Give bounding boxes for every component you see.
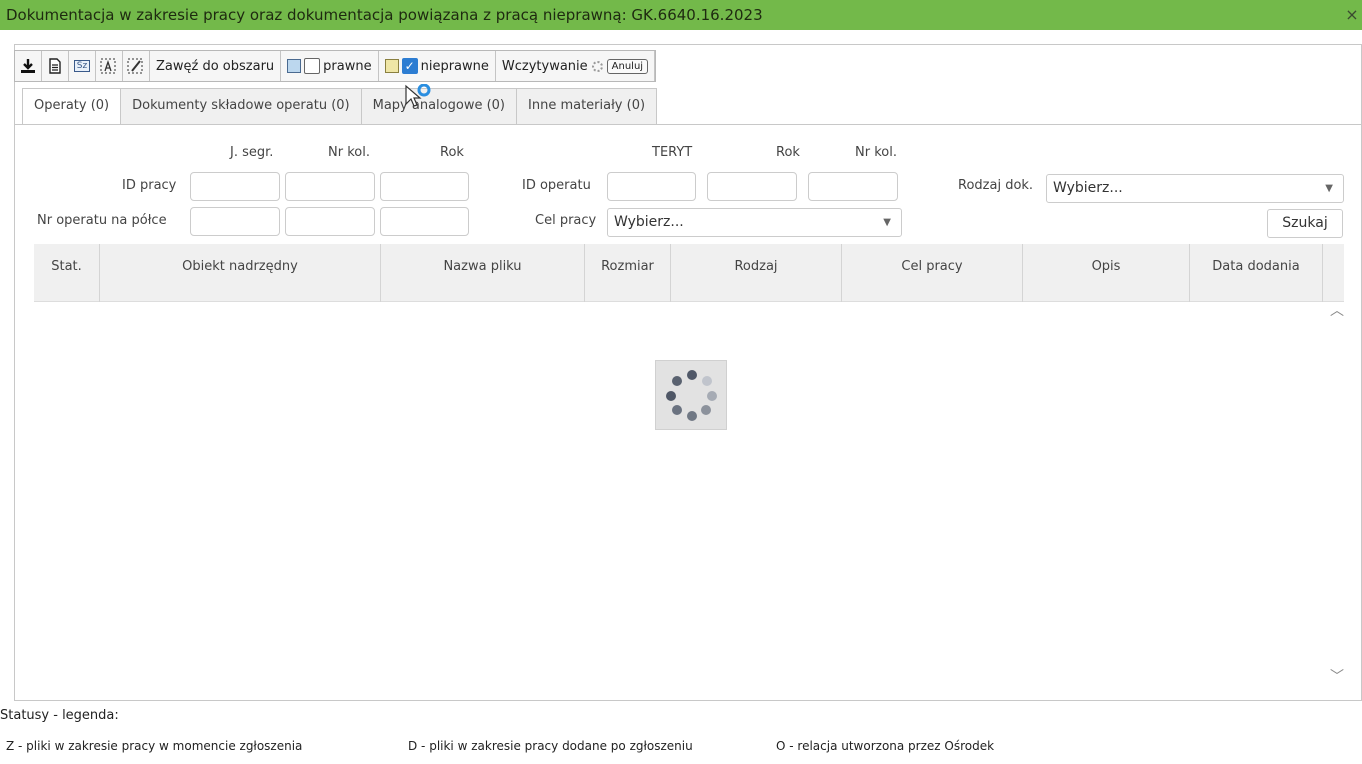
col-label-teryt: TERYT <box>652 145 693 160</box>
zoom-to-area-button[interactable]: Zawęź do obszaru <box>150 51 282 81</box>
scroll-up-icon[interactable]: ︿ <box>1330 300 1344 320</box>
nr-operatu-rok-input[interactable] <box>380 207 469 236</box>
mouse-cursor-icon <box>405 84 431 107</box>
download-icon <box>21 59 35 73</box>
id-pracy-j-segr-input[interactable] <box>190 172 280 201</box>
id-pracy-nr-kol-input[interactable] <box>285 172 375 201</box>
legal-color-swatch <box>287 59 302 73</box>
results-grid-header: Stat. Obiekt nadrzędny Nazwa pliku Rozmi… <box>34 244 1344 302</box>
rodzaj-dok-label: Rodzaj dok. <box>958 178 1034 193</box>
illegal-checkbox[interactable]: ✓ <box>401 58 418 74</box>
illegal-filter[interactable]: ✓ nieprawne <box>378 51 496 81</box>
tab-mapy-analogowe[interactable]: Mapy analogowe (0) <box>360 88 518 124</box>
id-pracy-rok-input[interactable] <box>380 172 469 201</box>
col-header-obiekt-nadrzedny[interactable]: Obiekt nadrzędny <box>100 244 381 302</box>
search-button[interactable]: Szukaj <box>1267 209 1343 238</box>
scroll-down-icon[interactable]: ﹀ <box>1330 666 1344 686</box>
tab-inne-materialy[interactable]: Inne materiały (0) <box>516 88 658 124</box>
legal-filter[interactable]: prawne <box>281 51 379 81</box>
document-button[interactable] <box>42 51 69 81</box>
rodzaj-dok-value: Wybierz... <box>1053 180 1123 196</box>
window-title: Dokumentacja w zakresie pracy oraz dokum… <box>6 6 763 24</box>
tab-bar: Operaty (0) Dokumenty składowe operatu (… <box>22 88 658 125</box>
rodzaj-dok-select[interactable]: Wybierz... ▼ <box>1046 174 1344 203</box>
col-header-opis[interactable]: Opis <box>1023 244 1190 302</box>
illegal-color-swatch <box>384 59 399 73</box>
col-label-nr-kol: Nr kol. <box>328 145 370 160</box>
spinner-dot <box>687 370 697 380</box>
dropdown-arrow-icon: ▼ <box>883 217 891 228</box>
col-header-cel-pracy[interactable]: Cel pracy <box>842 244 1023 302</box>
select-area-button[interactable] <box>96 51 123 81</box>
col-header-data-dodania[interactable]: Data dodania <box>1190 244 1323 302</box>
col-header-stat[interactable]: Stat. <box>34 244 100 302</box>
legend-item-z: Z - pliki w zakresie pracy w momencie zg… <box>6 739 303 753</box>
nr-operatu-label: Nr operatu na półce <box>37 213 167 228</box>
legal-checkbox[interactable] <box>304 58 321 74</box>
id-pracy-label: ID pracy <box>122 178 177 193</box>
spinner-dot <box>707 391 717 401</box>
sz-icon: Sz <box>73 60 91 72</box>
col-header-nazwa-pliku[interactable]: Nazwa pliku <box>381 244 585 302</box>
spinner-dot <box>666 391 676 401</box>
edit-area-button[interactable] <box>123 51 150 81</box>
nr-operatu-nr-kol-input[interactable] <box>285 207 375 236</box>
col-label-nr-kol-operatu: Nr kol. <box>855 145 897 160</box>
col-label-rok-operatu: Rok <box>776 145 800 160</box>
id-operatu-label: ID operatu <box>522 178 591 193</box>
col-label-rok: Rok <box>440 145 464 160</box>
tab-divider <box>14 124 1362 125</box>
id-operatu-teryt-input[interactable] <box>607 172 696 201</box>
illegal-label: nieprawne <box>420 58 489 74</box>
toolbar: Sz Zawęź do obszaru prawne ✓ nieprawne W… <box>14 50 657 82</box>
legend-item-d: D - pliki w zakresie pracy dodane po zgł… <box>408 739 693 753</box>
document-icon <box>49 58 61 74</box>
cel-pracy-select[interactable]: Wybierz... ▼ <box>607 208 902 237</box>
spinner-dot <box>687 411 697 421</box>
nr-operatu-j-segr-input[interactable] <box>190 207 280 236</box>
id-operatu-nr-kol-input[interactable] <box>808 172 898 201</box>
spinner-dot <box>672 376 682 386</box>
legend-title: Statusy - legenda: <box>0 708 119 723</box>
loading-overlay <box>655 360 727 430</box>
cel-pracy-value: Wybierz... <box>614 214 684 230</box>
legend-item-o: O - relacja utworzona przez Ośrodek <box>776 739 995 753</box>
cel-pracy-label: Cel pracy <box>535 213 597 228</box>
close-icon[interactable]: × <box>1344 0 1360 30</box>
select-area-icon <box>100 58 116 74</box>
tab-operaty[interactable]: Operaty (0) <box>22 88 122 125</box>
legal-label: prawne <box>323 58 372 74</box>
download-button[interactable] <box>15 51 42 81</box>
dropdown-arrow-icon: ▼ <box>1325 183 1333 194</box>
loading-spinner-icon <box>591 60 603 72</box>
cancel-loading-button[interactable]: Anuluj <box>606 58 649 74</box>
window-titlebar: Dokumentacja w zakresie pracy oraz dokum… <box>0 0 1362 30</box>
tab-dokumenty-skladowe[interactable]: Dokumenty składowe operatu (0) <box>120 88 362 124</box>
spinner-dot <box>702 376 712 386</box>
loading-status: Wczytywanie Anuluj <box>495 51 656 81</box>
col-label-j-segr: J. segr. <box>230 145 274 160</box>
col-header-rozmiar[interactable]: Rozmiar <box>585 244 671 302</box>
spinner-dot <box>701 405 711 415</box>
loading-label: Wczytywanie <box>501 58 588 74</box>
edit-area-icon <box>127 58 143 74</box>
sz-button[interactable]: Sz <box>69 51 96 81</box>
id-operatu-rok-input[interactable] <box>707 172 797 201</box>
spinner-dot <box>672 405 682 415</box>
col-header-rodzaj[interactable]: Rodzaj <box>671 244 842 302</box>
